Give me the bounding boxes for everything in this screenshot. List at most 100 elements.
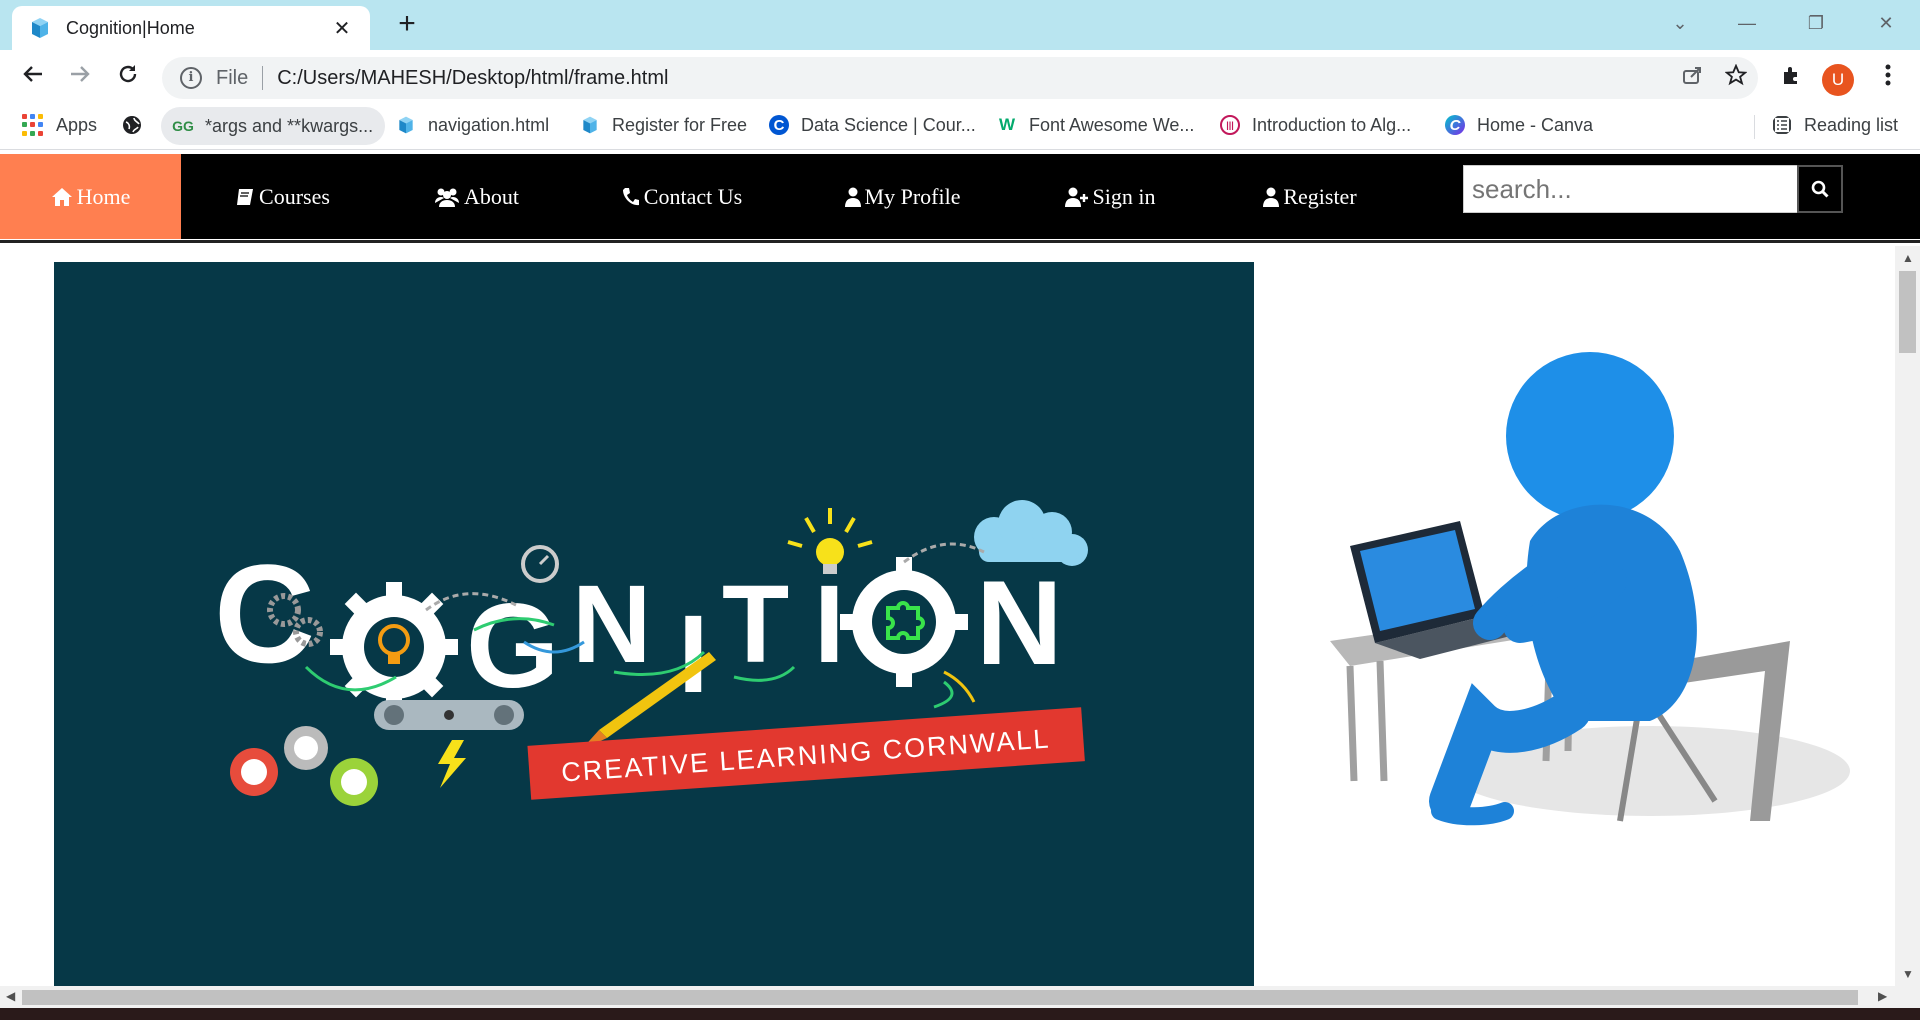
svg-text:G: G	[466, 579, 559, 713]
tab-search-icon[interactable]: ⌄	[1660, 8, 1700, 38]
extensions-icon[interactable]	[1775, 63, 1807, 95]
star-icon[interactable]	[1714, 63, 1758, 92]
new-tab-button[interactable]: +	[392, 9, 422, 40]
search-input[interactable]: search...	[1463, 165, 1798, 213]
search-button[interactable]	[1797, 165, 1843, 213]
reload-button[interactable]	[111, 61, 145, 95]
bookmark-data-science[interactable]: C Data Science | Cour...	[769, 105, 976, 145]
vertical-scrollbar[interactable]	[1895, 246, 1920, 986]
taskbar-edge	[0, 1008, 1920, 1020]
vertical-scroll-thumb[interactable]	[1899, 271, 1916, 353]
back-button[interactable]	[16, 61, 50, 95]
canva-icon: C	[1445, 115, 1465, 135]
bookmark-label: Data Science | Cour...	[801, 114, 976, 135]
bookmark-label: Apps	[56, 114, 98, 135]
cognition-logo: C G N I T I N CREATIVE LEARNING CORNWALL	[214, 500, 1088, 806]
reload-icon	[119, 65, 137, 83]
bookmarks-bar: Apps GG *args and **kwargs... navigation…	[0, 105, 1920, 150]
forward-button[interactable]	[63, 61, 97, 95]
scroll-up-arrow-icon[interactable]: ▲	[1902, 251, 1914, 265]
reading-list-label: Reading list	[1804, 114, 1899, 135]
nav-sign-in[interactable]: Sign in	[1010, 154, 1210, 239]
info-icon[interactable]: i	[180, 67, 202, 89]
nav-label: Sign in	[1092, 183, 1156, 209]
nav-label: Home	[76, 183, 131, 209]
navbar-divider	[0, 240, 1920, 243]
close-window-button[interactable]: ✕	[1866, 8, 1906, 38]
tab-title: Cognition|Home	[66, 17, 195, 38]
bookmarks-divider	[1754, 115, 1755, 139]
bookmark-label: navigation.html	[428, 114, 550, 135]
hero-banner: C G N I T I N CREATIVE LEARNING CORNWALL	[54, 262, 1254, 986]
geeksforgeeks-icon: GG	[172, 118, 194, 134]
cube-icon	[583, 116, 597, 134]
search-icon	[1811, 180, 1829, 198]
bookmark-label: Home - Canva	[1477, 114, 1594, 135]
svg-text:N: N	[572, 563, 651, 686]
mit-icon: |||	[1220, 115, 1240, 135]
arrow-right-icon	[71, 66, 90, 82]
bookmark-args-kwargs[interactable]: GG *args and **kwargs...	[161, 107, 386, 145]
scheme-label: File	[216, 66, 249, 89]
minimize-button[interactable]: —	[1727, 8, 1767, 38]
user-icon	[1263, 187, 1280, 207]
profile-avatar[interactable]: U	[1822, 64, 1854, 96]
browser-tab[interactable]: Cognition|Home ✕	[12, 6, 370, 50]
globe-icon	[123, 116, 141, 134]
user-icon	[844, 187, 861, 207]
reading-list-button[interactable]: Reading list	[1772, 105, 1898, 145]
bookmark-label: Register for Free	[612, 114, 748, 135]
coursera-icon: C	[769, 115, 789, 135]
bookmark-label: *args and **kwargs...	[205, 115, 374, 136]
svg-text:N: N	[976, 556, 1063, 690]
nav-label: My Profile	[864, 183, 961, 209]
w3schools-icon: W	[998, 115, 1016, 134]
nav-my-profile[interactable]: My Profile	[795, 154, 1010, 239]
bookmark-intro-algorithms[interactable]: ||| Introduction to Alg...	[1220, 105, 1411, 145]
bookmark-font-awesome[interactable]: W Font Awesome We...	[997, 105, 1194, 145]
bookmark-label: Font Awesome We...	[1029, 114, 1195, 135]
nav-about[interactable]: About	[384, 154, 569, 239]
users-icon	[435, 188, 459, 207]
scroll-left-arrow-icon[interactable]: ◀	[6, 989, 15, 1003]
svg-text:I: I	[678, 593, 709, 716]
nav-courses[interactable]: Courses	[181, 154, 384, 239]
bookmark-canva[interactable]: C Home - Canva	[1445, 105, 1593, 145]
nav-register[interactable]: Register	[1210, 154, 1410, 239]
page-viewport: Home Courses About Contact Us My Profile…	[0, 151, 1920, 1020]
scroll-down-arrow-icon[interactable]: ▼	[1902, 967, 1914, 981]
phone-icon	[622, 187, 639, 205]
menu-dots-icon[interactable]	[1872, 63, 1904, 95]
cube-icon	[32, 18, 48, 38]
omnibox-divider	[262, 66, 264, 90]
svg-text:T: T	[722, 563, 789, 686]
url-text[interactable]: C:/Users/MAHESH/Desktop/html/frame.html	[277, 67, 1670, 90]
scroll-right-arrow-icon[interactable]: ▶	[1878, 989, 1887, 1003]
nav-label: Courses	[259, 183, 330, 209]
close-tab-icon[interactable]: ✕	[330, 16, 354, 41]
apps-grid-icon	[22, 114, 44, 136]
home-icon	[51, 187, 72, 206]
nav-label: Contact Us	[643, 183, 743, 209]
reading-list-icon	[1773, 116, 1791, 134]
share-icon[interactable]	[1670, 64, 1714, 92]
tab-strip: Cognition|Home ✕ + ⌄ — ❐ ✕	[0, 0, 1920, 50]
restore-button[interactable]: ❐	[1796, 8, 1836, 38]
horizontal-scroll-thumb[interactable]	[22, 990, 1858, 1005]
book-icon	[237, 188, 254, 205]
arrow-left-icon	[23, 66, 42, 82]
bookmark-apps[interactable]: Apps	[22, 105, 97, 145]
address-bar[interactable]: i File C:/Users/MAHESH/Desktop/html/fram…	[162, 57, 1758, 99]
bookmark-navigation[interactable]: navigation.html	[396, 105, 549, 145]
nav-label: Register	[1283, 183, 1357, 209]
user-plus-icon	[1064, 187, 1088, 207]
site-navbar: Home Courses About Contact Us My Profile…	[0, 154, 1920, 239]
person-at-laptop-illustration	[1330, 352, 1850, 826]
bookmark-label: Introduction to Alg...	[1252, 114, 1412, 135]
bookmark-register[interactable]: Register for Free	[580, 105, 747, 145]
bookmark-globe[interactable]	[122, 105, 154, 145]
nav-label: About	[464, 183, 519, 209]
nav-contact[interactable]: Contact Us	[569, 154, 795, 239]
nav-home[interactable]: Home	[0, 154, 181, 239]
cube-icon	[399, 116, 413, 134]
